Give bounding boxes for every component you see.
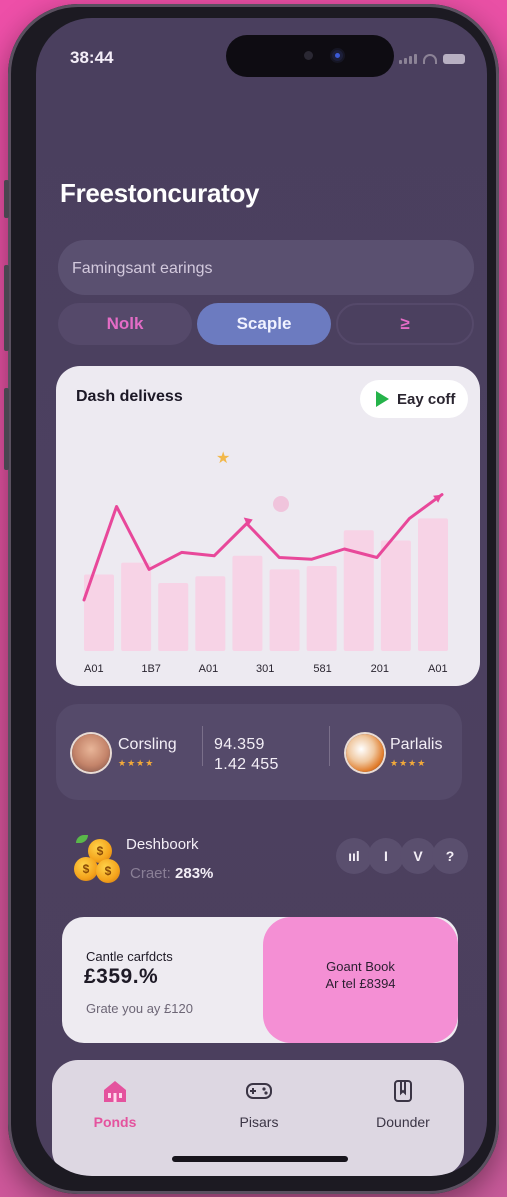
avatar[interactable] [346, 734, 384, 772]
page-title: Freestoncuratoy [60, 178, 260, 208]
x-tick-label: A01 [84, 663, 104, 675]
stat-value-1: 94.359 [214, 736, 265, 753]
rating-stars-right: ★★★★ [390, 758, 427, 768]
x-tick-label: A01 [428, 663, 448, 675]
dashboard-subtitle: Craet: 283% [130, 865, 213, 882]
chart-card: Dash delivess Eay coff ★ A01 1B7 A01 301 581 2… [56, 366, 480, 686]
status-icons [399, 54, 465, 64]
chart-bar [380, 540, 411, 651]
segmented-tabs: Nolk Scaple ≥ [58, 303, 474, 345]
icon-chip-group: ııl I V ? [336, 838, 468, 874]
search-input[interactable]: Famingsant earings [58, 240, 474, 295]
status-time: 38:44 [70, 48, 114, 67]
dashboard-title: Deshboork [126, 836, 199, 853]
rating-stars-left: ★★★★ [118, 758, 155, 768]
x-tick-label: 301 [256, 663, 274, 675]
chart-bar [158, 583, 189, 651]
tab-more[interactable]: ≥ [336, 303, 474, 345]
stat-value-2: 1.42 455 [214, 756, 279, 773]
profile-name-left: Corsling [118, 736, 177, 753]
promo-amount: £359.% [84, 965, 159, 988]
document-icon [394, 1080, 412, 1102]
divider [329, 726, 330, 766]
wifi-icon [423, 54, 437, 64]
chart-bar [343, 530, 374, 651]
nav-label: Pisars [239, 1114, 279, 1130]
app-screen: 38:44 Freestoncuratoy Famingsant earings… [36, 18, 487, 1176]
nav-label: Ponds [93, 1114, 137, 1130]
nav-item-ponds[interactable]: Ponds [60, 1078, 170, 1130]
sensor-icon [304, 51, 313, 60]
leaf-icon [76, 835, 88, 843]
star-icon: ★ [216, 448, 230, 467]
home-icon [104, 1081, 126, 1102]
x-tick-label: 581 [313, 663, 331, 675]
nav-label: Dounder [376, 1114, 430, 1130]
chart-bar [121, 562, 152, 651]
chart-bar [306, 566, 337, 651]
promo-caption: Grate you ay £120 [86, 1001, 193, 1016]
battery-icon [443, 54, 465, 64]
dynamic-island [226, 35, 394, 77]
profile-name-right: Parlalis [390, 736, 443, 753]
dot-marker [273, 496, 289, 512]
profiles-card: Corsling ★★★★ 94.359 1.42 455 Parlalis ★… [56, 704, 462, 800]
coins-icon: $ $ $ [74, 833, 126, 885]
promo-action-subtitle: Ar tel £8394 [325, 976, 396, 991]
divider [202, 726, 203, 766]
x-tick-label: 1B7 [141, 663, 161, 675]
dashboard-subtitle-value: 283% [175, 865, 214, 882]
dashboard-subtitle-label: Craet: [130, 865, 171, 882]
silent-switch [4, 180, 9, 218]
promo-card[interactable]: Cantle carfdcts £359.% Grate you ay £120… [62, 917, 458, 1043]
chart-bar [232, 555, 263, 651]
chart-bar [269, 569, 300, 651]
gamepad-icon [246, 1083, 272, 1099]
nav-item-pisars[interactable]: Pisars [204, 1078, 314, 1130]
volume-down-button [4, 388, 9, 470]
info-icon[interactable]: I [368, 838, 404, 874]
line-chart: ★ A01 1B7 A01 301 581 201 A01 [82, 448, 448, 675]
help-icon[interactable]: ? [432, 838, 468, 874]
chart-bar [418, 518, 448, 651]
x-tick-label: 201 [371, 663, 389, 675]
camera-icon [332, 50, 343, 61]
check-icon[interactable]: V [400, 838, 436, 874]
promo-action-title: Goant Book [326, 959, 395, 974]
promo-action-button[interactable]: Goant Book Ar tel £8394 [263, 917, 458, 1043]
promo-label: Cantle carfdcts [86, 949, 173, 964]
bars-icon[interactable]: ııl [336, 838, 372, 874]
tab-nolk[interactable]: Nolk [58, 303, 192, 345]
home-indicator [172, 1156, 348, 1162]
signal-icon [399, 54, 417, 64]
avatar[interactable] [72, 734, 110, 772]
chart-bar [195, 576, 226, 651]
x-tick-label: A01 [199, 663, 219, 675]
volume-up-button [4, 265, 9, 351]
nav-item-dounder[interactable]: Dounder [348, 1078, 458, 1130]
tab-scaple[interactable]: Scaple [197, 303, 331, 345]
